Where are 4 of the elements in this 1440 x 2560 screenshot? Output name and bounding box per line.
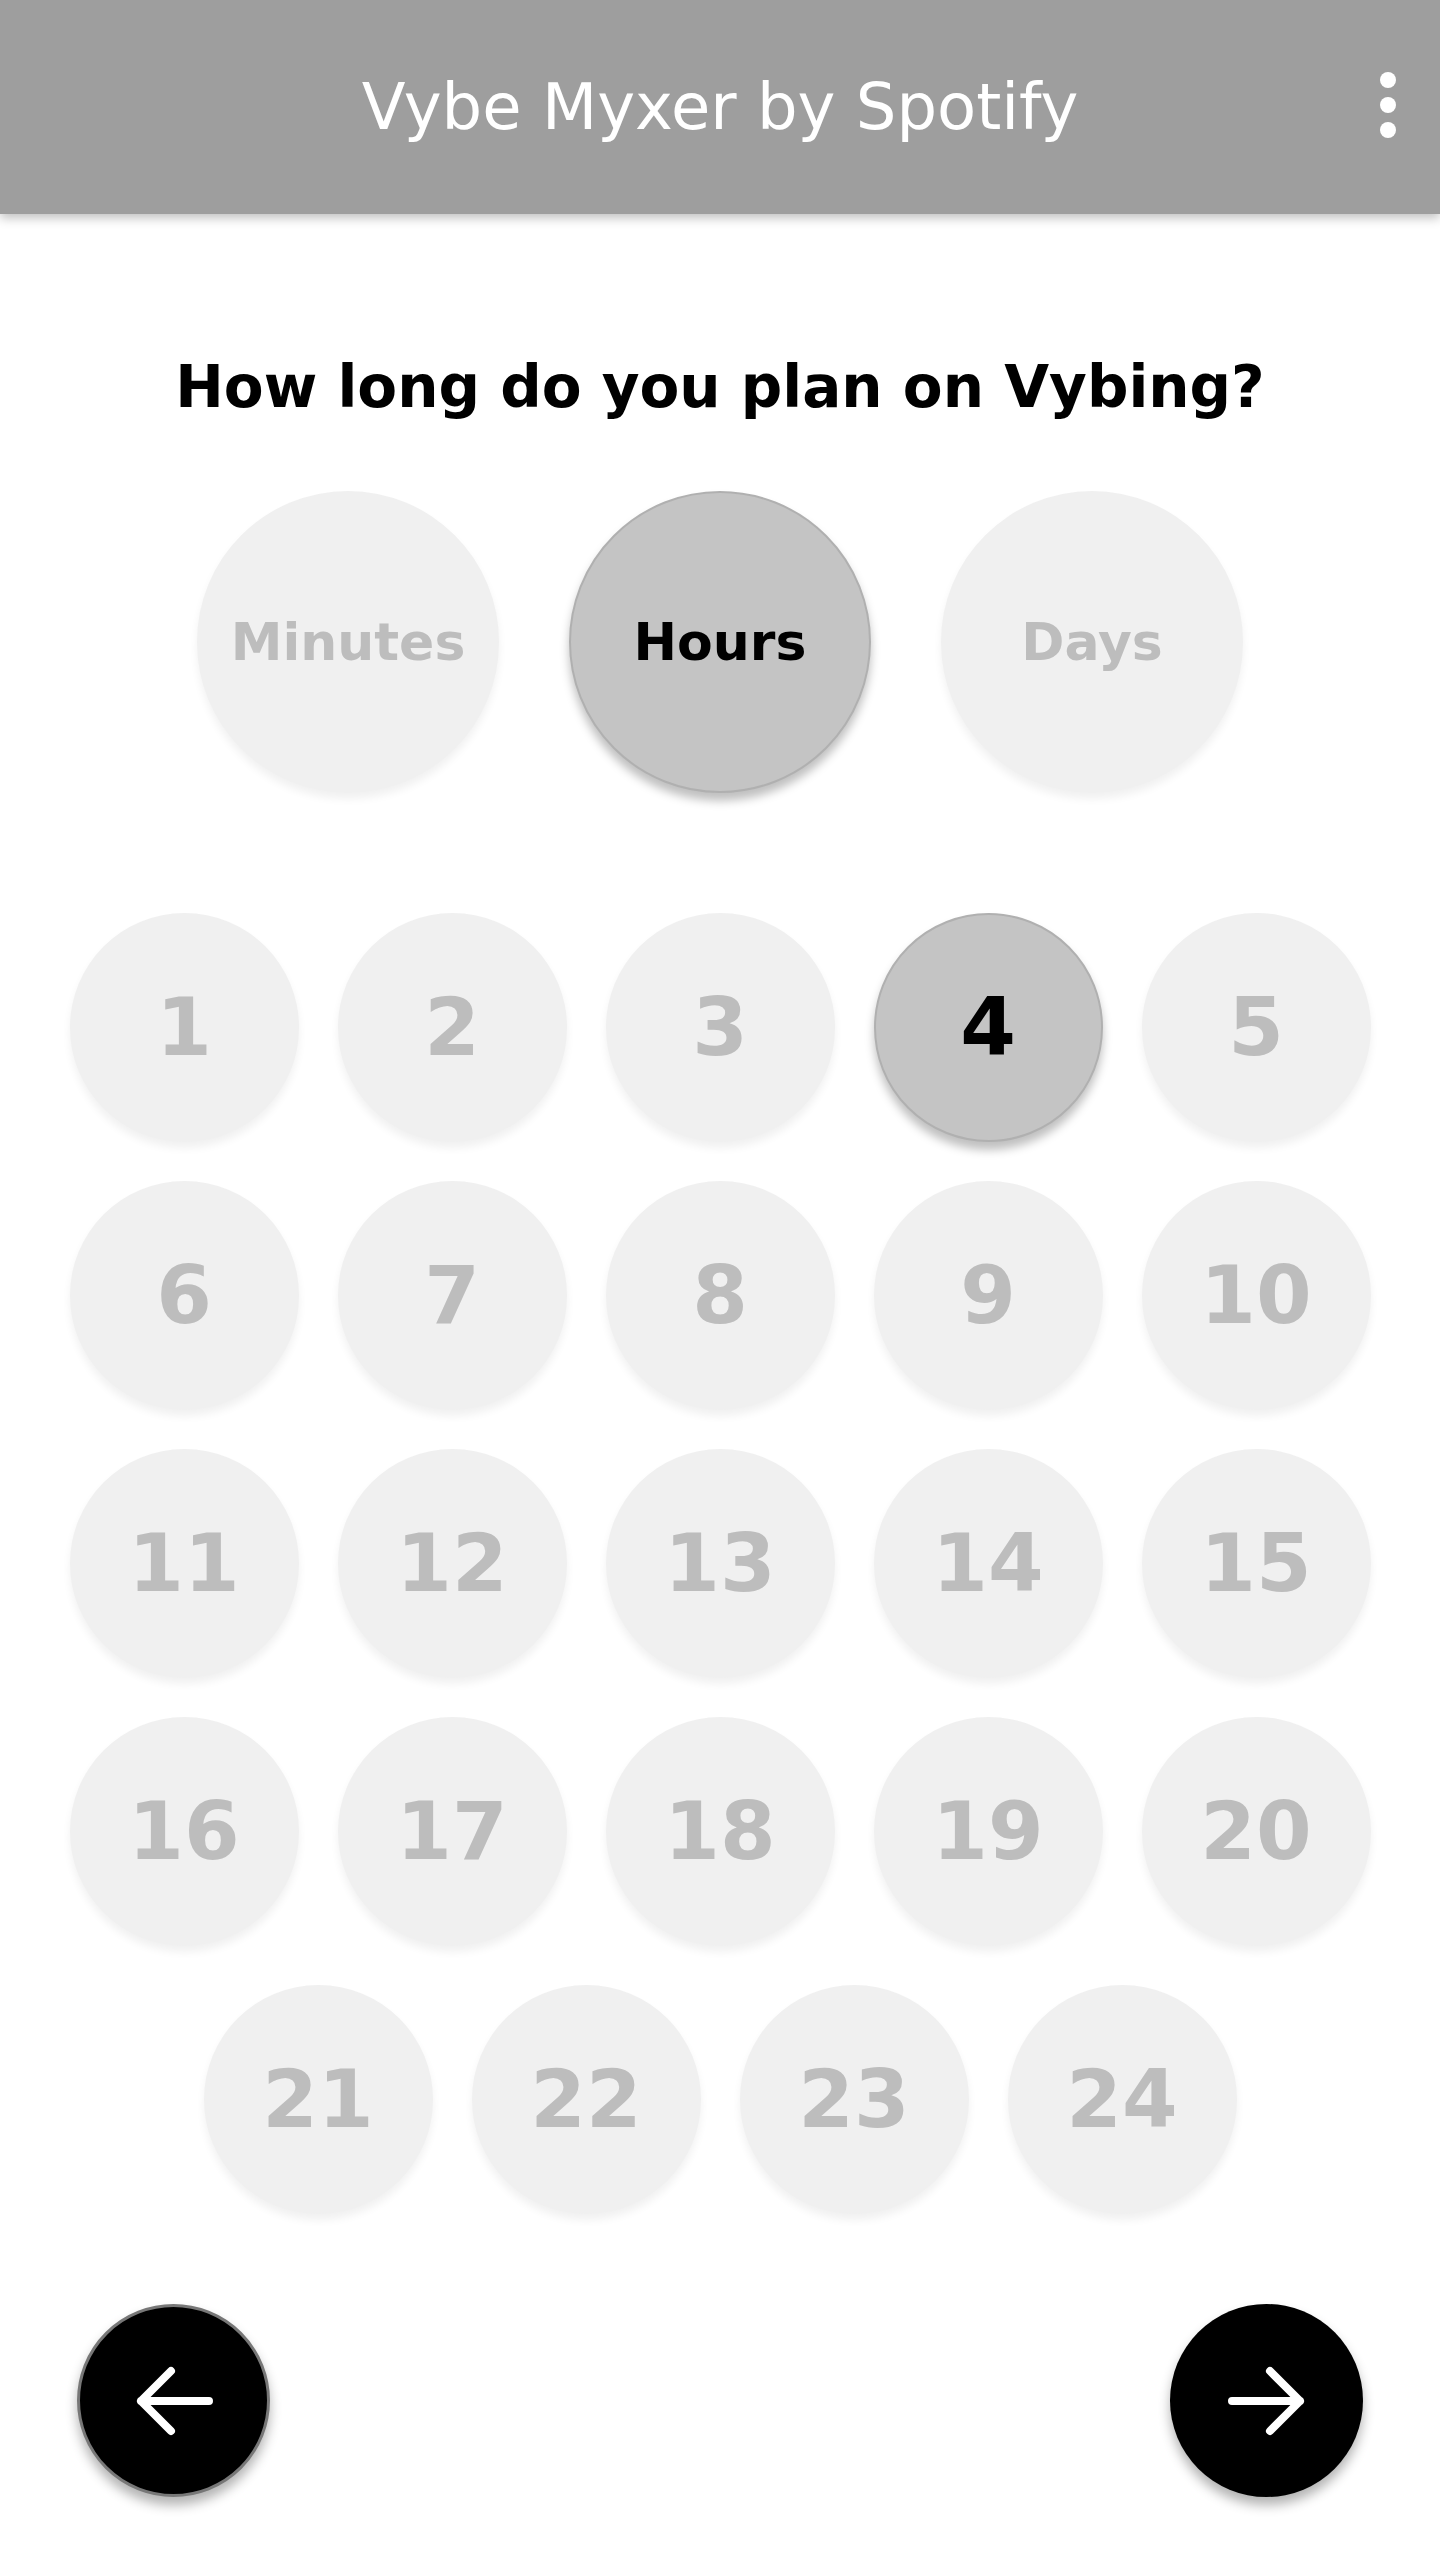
app-title: Vybe Myxer by Spotify xyxy=(361,69,1079,146)
number-option[interactable]: 4 xyxy=(873,913,1103,1142)
unit-option[interactable]: Hours xyxy=(569,491,871,793)
question-heading: How long do you plan on Vybing? xyxy=(174,352,1266,423)
